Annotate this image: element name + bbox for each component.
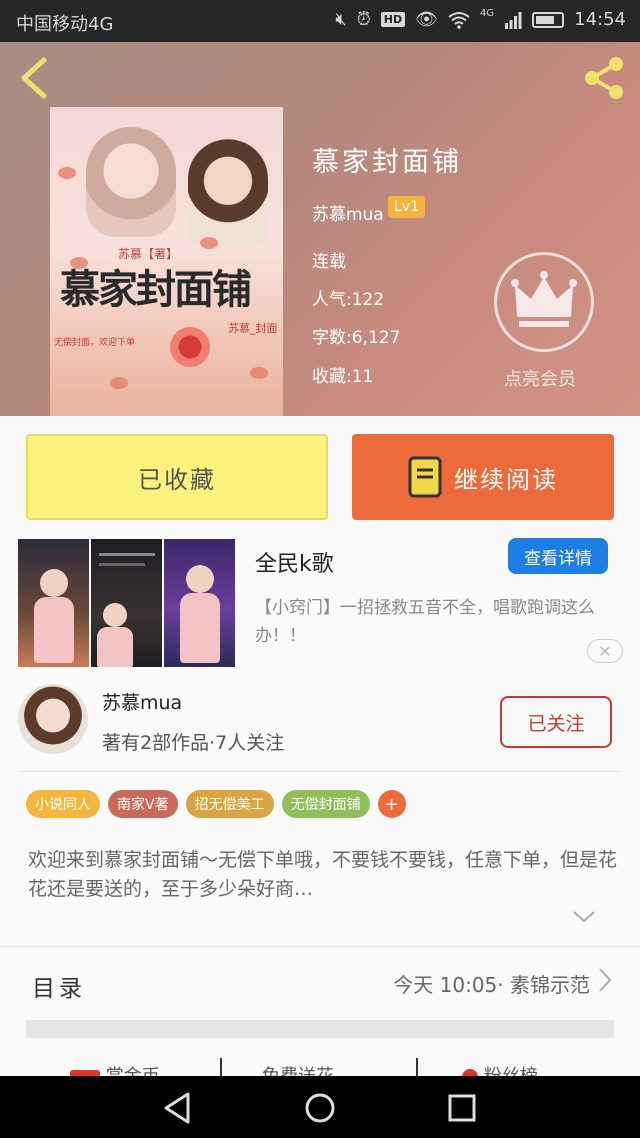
petal-decoration — [200, 237, 218, 249]
petal-decoration — [58, 167, 76, 179]
ad-thumbnail[interactable] — [91, 539, 162, 667]
reward-coin-label: 赏金币 — [106, 1066, 160, 1076]
book-status: 连载 — [312, 252, 346, 272]
reward-coin-item[interactable]: 赏金币 — [70, 1062, 160, 1076]
hd-badge: HD — [380, 12, 406, 27]
book-cover[interactable]: 苏慕【著】 慕家封面铺 苏慕_封面 无偿封面，欢迎下单 — [50, 107, 283, 416]
ad-thumbnail[interactable] — [18, 539, 89, 667]
divider — [26, 1020, 614, 1038]
ad-thumbnail[interactable] — [164, 539, 235, 667]
rose-decoration — [170, 327, 210, 367]
system-nav-bar — [0, 1076, 640, 1138]
separator — [416, 1058, 418, 1076]
book-header: 苏慕【著】 慕家封面铺 苏慕_封面 无偿封面，欢迎下单 慕家封面铺 苏慕mua … — [0, 42, 640, 416]
tag-chip[interactable]: 小说同人 — [26, 790, 100, 818]
collected-label: 已收藏 — [138, 465, 216, 494]
ad-title: 全民k歌 — [255, 552, 334, 577]
continue-reading-label: 继续阅读 — [454, 465, 558, 494]
send-flower-item[interactable]: 免费送花 — [262, 1062, 334, 1076]
separator — [220, 1058, 222, 1076]
home-nav-button[interactable] — [300, 1088, 340, 1128]
ad-detail-button[interactable]: 查看详情 — [508, 538, 608, 574]
author-stats: 著有2部作品·7人关注 — [102, 732, 285, 754]
rank-icon — [462, 1069, 478, 1076]
eye-icon: 👁︎ — [415, 9, 438, 30]
bottom-action-strip: 赏金币 免费送花 粉丝榜 — [0, 1056, 640, 1076]
catalog-label: 目录 — [32, 976, 86, 1002]
book-intro: 欢迎来到慕家封面铺～无偿下单哦，不要钱不要钱，任意下单，但是花花还是要送的，至于… — [28, 849, 618, 900]
cover-title: 慕家封面铺 — [60, 266, 252, 313]
signal-icon — [505, 11, 522, 29]
back-nav-button[interactable] — [158, 1088, 198, 1128]
vip-label[interactable]: 点亮会员 — [504, 365, 576, 391]
divider — [18, 771, 622, 772]
follow-button[interactable]: 已关注 — [500, 696, 612, 748]
catalog-latest-chapter: 今天 10:05· 素锦示范 — [393, 973, 590, 997]
ad-description: 【小窍门】一招拯救五音不全，唱歌跑调这么办！！ — [255, 598, 595, 646]
catalog-row[interactable]: 目录 今天 10:05· 素锦示范 — [0, 946, 640, 1020]
add-tag-button[interactable]: + — [377, 790, 406, 818]
book-popularity: 人气:122 — [312, 290, 385, 310]
cover-figure — [86, 127, 176, 237]
petal-decoration — [250, 367, 268, 379]
book-detail-panel: 已收藏 继续阅读 全民k歌 查看详情 【小窍门】一招拯救五音不全，唱歌跑调这么办… — [0, 416, 640, 1076]
cover-note: 无偿封面，欢迎下单 — [54, 338, 136, 348]
book-word-count: 字数:6,127 — [312, 328, 401, 348]
tag-chip[interactable]: 招无偿美工 — [185, 790, 274, 818]
ad-banner[interactable]: 全民k歌 查看详情 【小窍门】一招拯救五音不全，唱歌跑调这么办！！ ✕ — [0, 536, 640, 686]
vip-button[interactable] — [494, 252, 594, 352]
alarm-icon: ⏰︎ — [356, 9, 371, 30]
wifi-icon — [448, 11, 470, 29]
cover-author-sign: 苏慕_封面 — [228, 322, 278, 335]
clock: 14:54 — [574, 9, 626, 30]
chevron-right-icon — [599, 968, 612, 992]
petal-decoration — [110, 377, 128, 389]
ad-close-button[interactable]: ✕ — [587, 639, 623, 663]
level-badge: Lv1 — [388, 196, 425, 218]
author-name[interactable]: 苏慕mua — [102, 688, 182, 715]
carrier-label: 中国移动4G — [16, 14, 114, 35]
mute-icon: 🔇︎ — [335, 9, 347, 30]
book-favorites: 收藏:11 — [312, 367, 374, 387]
back-button[interactable] — [16, 56, 52, 100]
send-flower-label: 免费送花 — [262, 1066, 334, 1076]
book-title: 慕家封面铺 — [312, 147, 462, 178]
author-row[interactable]: 苏慕mua 著有2部作品·7人关注 已关注 — [0, 684, 640, 770]
recents-nav-button[interactable] — [442, 1088, 482, 1128]
fan-rank-item[interactable]: 粉丝榜 — [462, 1062, 538, 1076]
cover-figure — [188, 139, 268, 249]
status-bar: 中国移动4G 🔇︎ ⏰︎ HD 👁︎ 4G 14:54 — [0, 0, 640, 42]
crown-icon — [511, 271, 577, 327]
fan-rank-label: 粉丝榜 — [484, 1066, 538, 1076]
close-icon: ✕ — [598, 641, 612, 661]
tag-chip[interactable]: 南家V著 — [108, 790, 178, 818]
book-author[interactable]: 苏慕mua — [312, 200, 384, 225]
share-button[interactable] — [580, 54, 628, 102]
book-icon — [408, 456, 442, 498]
continue-reading-button[interactable]: 继续阅读 — [352, 434, 614, 520]
network-type: 4G — [480, 8, 495, 19]
collected-button[interactable]: 已收藏 — [26, 434, 328, 520]
chevron-down-icon[interactable] — [572, 910, 596, 924]
avatar[interactable] — [18, 684, 88, 754]
tag-list: 小说同人 南家V著 招无偿美工 无偿封面铺 + — [26, 790, 406, 818]
tag-chip[interactable]: 无偿封面铺 — [281, 790, 370, 818]
battery-icon — [532, 11, 565, 28]
